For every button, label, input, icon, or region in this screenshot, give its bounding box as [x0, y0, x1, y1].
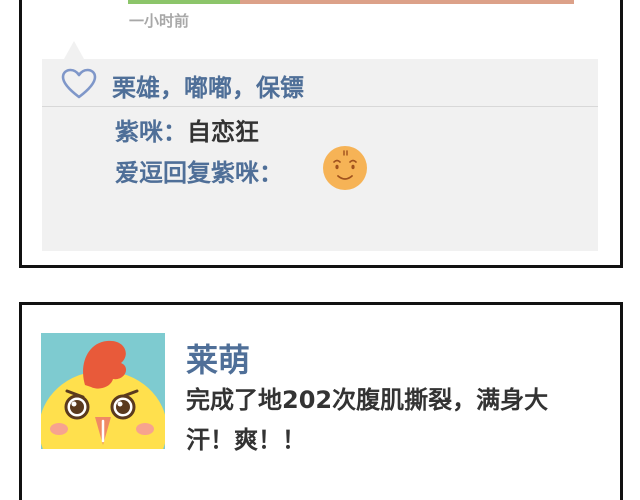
comment-text: 自恋狂: [187, 118, 259, 146]
post-timestamp: 一小时前: [129, 12, 190, 30]
comment-box: 栗雄，嘟嘟，保镖 紫咪：自恋狂 爱逗回复紫咪：: [42, 59, 598, 251]
avatar[interactable]: [41, 333, 165, 449]
comment-caret: [64, 41, 84, 59]
post-author-name[interactable]: 莱萌: [186, 335, 250, 381]
comic-page: 一小时前 栗雄，嘟嘟，保镖 紫咪：自恋狂 爱逗回复紫咪： 莱萌 完成了地202次…: [0, 0, 640, 500]
moment-post-panel: 一小时前 栗雄，嘟嘟，保镖 紫咪：自恋狂 爱逗回复紫咪：: [19, 0, 623, 268]
likes-row: 栗雄，嘟嘟，保镖: [42, 59, 598, 107]
likes-list[interactable]: 栗雄，嘟嘟，保镖: [112, 68, 304, 103]
comment-item[interactable]: 爱逗回复紫咪：: [115, 153, 283, 188]
heart-icon[interactable]: [61, 68, 97, 100]
photo-segment: [240, 0, 574, 4]
post-photo-edge[interactable]: [128, 0, 574, 4]
comment-author[interactable]: 爱逗回复紫咪：: [115, 159, 283, 187]
comment-author[interactable]: 紫咪：: [115, 118, 187, 146]
photo-segment: [128, 0, 240, 4]
post-text: 完成了地202次腹肌撕裂，满身大汗！爽！！: [186, 386, 549, 454]
smiling-face-emoji-icon: [323, 146, 367, 190]
comment-item[interactable]: 紫咪：自恋狂: [115, 112, 259, 147]
moment-post-panel: 莱萌 完成了地202次腹肌撕裂，满身大汗！爽！！: [19, 302, 623, 500]
